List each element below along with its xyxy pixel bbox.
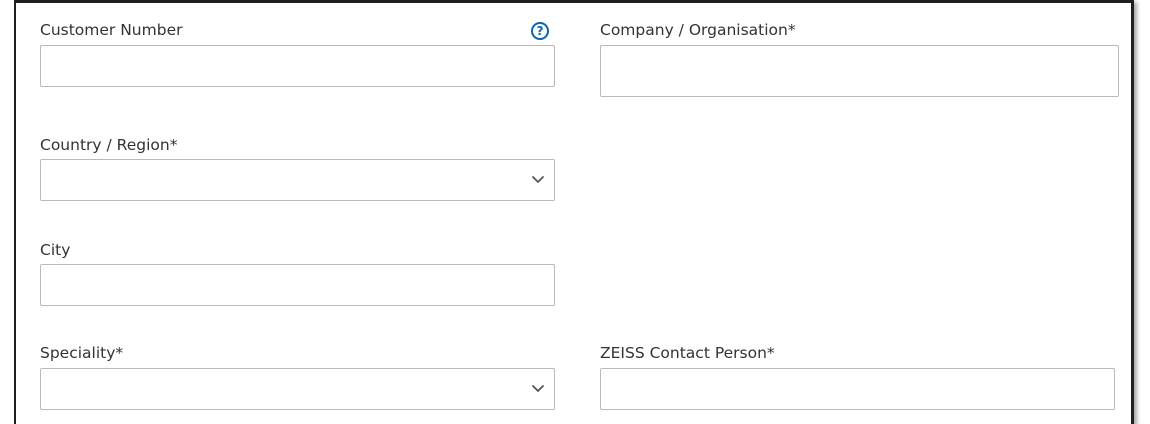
company-label: Company / Organisation* xyxy=(600,21,796,39)
question-circle-icon[interactable]: ? xyxy=(531,22,549,40)
city-label: City xyxy=(40,241,71,259)
city-field[interactable] xyxy=(40,264,555,306)
contact-person-field[interactable] xyxy=(600,368,1115,410)
speciality-select[interactable] xyxy=(40,368,555,410)
customer-number-field[interactable] xyxy=(40,45,555,87)
country-select[interactable] xyxy=(40,159,555,201)
speciality-label: Speciality* xyxy=(40,344,124,362)
company-field[interactable] xyxy=(600,45,1119,97)
company-input[interactable] xyxy=(601,46,1118,96)
customer-number-input[interactable] xyxy=(41,46,554,86)
contact-person-input[interactable] xyxy=(601,369,1114,409)
city-input[interactable] xyxy=(41,265,554,305)
chevron-down-icon[interactable] xyxy=(531,383,545,393)
chevron-down-icon[interactable] xyxy=(531,174,545,184)
country-label: Country / Region* xyxy=(40,136,178,154)
customer-number-label: Customer Number xyxy=(40,21,183,39)
contact-person-label: ZEISS Contact Person* xyxy=(600,344,775,362)
